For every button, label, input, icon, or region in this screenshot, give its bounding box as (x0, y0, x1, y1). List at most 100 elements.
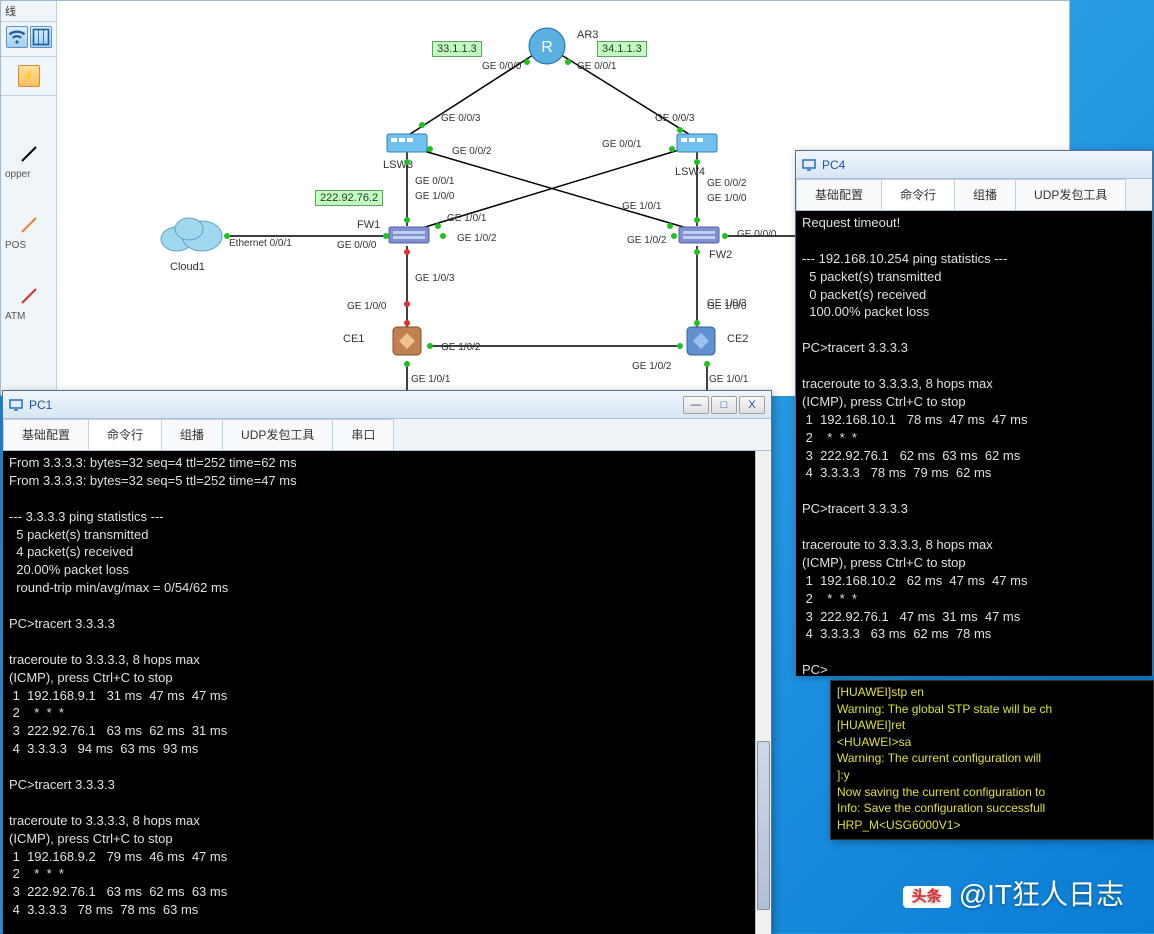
tab-serial[interactable]: 串口 (332, 419, 394, 450)
label-fw1: FW1 (357, 219, 380, 231)
label-fw2: FW2 (709, 249, 732, 261)
tool-lightning-icon[interactable]: ⚡ (18, 65, 40, 87)
tab-udp[interactable]: UDP发包工具 (222, 419, 333, 450)
port-ce1-u: GE 1/0/0 (347, 301, 386, 312)
port-lsw4-up: GE 0/0/3 (655, 113, 694, 124)
window-pc1: PC1 — □ X 基础配置 命令行 组播 UDP发包工具 串口 From 3.… (2, 390, 772, 933)
port-ce2-l: GE 1/0/2 (632, 361, 671, 372)
scrollbar[interactable] (755, 451, 771, 934)
terminal-output: [HUAWEI]stp en Warning: The global STP s… (837, 685, 1052, 832)
port-ar3-r: GE 0/0/1 (577, 61, 616, 72)
device-firewall-fw2[interactable] (677, 223, 721, 247)
tool-palette: 线 ⚡ opper POS ATM (1, 1, 57, 396)
minimize-button[interactable]: — (683, 396, 709, 414)
window-cli-fragment: [HUAWEI]stp en Warning: The global STP s… (830, 680, 1154, 840)
tool-wireless-icon[interactable] (6, 26, 28, 48)
status-dot (694, 249, 700, 255)
port-lsw3-up: GE 0/0/3 (441, 113, 480, 124)
terminal-cli3[interactable]: [HUAWEI]stp en Warning: The global STP s… (831, 681, 1153, 839)
tool-copper-label: opper (1, 168, 56, 181)
tab-cli[interactable]: 命令行 (881, 179, 955, 210)
close-button[interactable]: X (739, 396, 765, 414)
device-ce2[interactable] (683, 323, 719, 359)
tool-atm-label: ATM (1, 310, 56, 323)
status-dot (677, 343, 683, 349)
tool-line-orange[interactable] (19, 215, 39, 235)
ip-ar3-left: 33.1.1.3 (432, 41, 482, 57)
port-ar3-l: GE 0/0/0 (482, 61, 521, 72)
device-ce1[interactable] (389, 323, 425, 359)
port-fw1-u2: GE 1/0/2 (457, 233, 496, 244)
titlebar-pc4[interactable]: PC4 (796, 151, 1152, 179)
status-dot (404, 217, 410, 223)
status-dot (669, 146, 675, 152)
window-title: PC1 (29, 398, 52, 412)
port-lsw3-mid: GE 0/0/2 (452, 146, 491, 157)
terminal-pc4[interactable]: Request timeout! --- 192.168.10.254 ping… (796, 211, 1152, 676)
label-ar3: AR3 (577, 29, 598, 41)
tool-line-solid[interactable] (19, 144, 39, 164)
port-lsw4-d2: GE 1/0/0 (707, 193, 746, 204)
port-lsw3-d1: GE 0/0/1 (415, 176, 454, 187)
tab-basic-config[interactable]: 基础配置 (796, 179, 882, 210)
port-ce1-d: GE 1/0/1 (411, 374, 450, 385)
status-dot (404, 361, 410, 367)
scroll-thumb[interactable] (757, 741, 770, 910)
status-dot (404, 249, 410, 255)
tool-line-red[interactable] (19, 286, 39, 306)
tabs-pc4: 基础配置 命令行 组播 UDP发包工具 (796, 179, 1152, 211)
port-lsw4-d1: GE 0/0/2 (707, 178, 746, 189)
svg-text:R: R (541, 39, 553, 56)
tab-udp[interactable]: UDP发包工具 (1015, 179, 1126, 210)
window-title: PC4 (822, 158, 845, 172)
device-cloud[interactable] (157, 211, 227, 256)
status-dot (671, 233, 677, 239)
tab-cli[interactable]: 命令行 (88, 419, 162, 450)
tool-grid-icon[interactable] (30, 26, 52, 48)
tab-multicast[interactable]: 组播 (161, 419, 223, 450)
status-dot (427, 343, 433, 349)
device-switch-lsw3[interactable] (385, 126, 429, 156)
status-dot (694, 217, 700, 223)
status-dot (419, 122, 425, 128)
maximize-button[interactable]: □ (711, 396, 737, 414)
status-dot (677, 127, 683, 133)
port-fw2-u1: GE 1/0/1 (622, 201, 661, 212)
status-dot (524, 59, 530, 65)
port-lsw3-d2: GE 1/0/0 (415, 191, 454, 202)
port-fw1-d: GE 1/0/3 (415, 273, 454, 284)
device-router-ar3[interactable]: R (527, 26, 567, 66)
device-firewall-fw1[interactable] (387, 223, 431, 247)
status-dot (722, 233, 728, 239)
ip-ar3-right: 34.1.1.3 (597, 41, 647, 57)
port-eth: Ethernet 0/0/1 (229, 238, 292, 249)
tab-multicast[interactable]: 组播 (954, 179, 1016, 210)
status-dot (383, 233, 389, 239)
titlebar-pc1[interactable]: PC1 — □ X (3, 391, 771, 419)
label-lsw4: LSW4 (675, 166, 705, 178)
terminal-pc1[interactable]: From 3.3.3.3: bytes=32 seq=4 ttl=252 tim… (3, 451, 771, 934)
port-lsw4-mid: GE 0/0/1 (602, 139, 641, 150)
palette-title: 线 (1, 1, 56, 22)
port-fw2-eth: GE 0/0/0 (737, 229, 776, 240)
label-ce2: CE2 (727, 333, 748, 345)
port-ce1-r: GE 1/0/2 (441, 342, 480, 353)
tab-basic-config[interactable]: 基础配置 (3, 419, 89, 450)
status-dot (704, 361, 710, 367)
tabs-pc1: 基础配置 命令行 组播 UDP发包工具 串口 (3, 419, 771, 451)
status-dot (565, 59, 571, 65)
watermark-text: @IT狂人日志 (959, 879, 1124, 910)
label-cloud1: Cloud1 (170, 261, 205, 273)
watermark: 头条 @IT狂人日志 (903, 873, 1124, 913)
window-pc4: PC4 基础配置 命令行 组播 UDP发包工具 Request timeout!… (795, 150, 1153, 675)
port-fw1-eth: GE 0/0/0 (337, 240, 376, 251)
status-dot (694, 159, 700, 165)
port-ce2-d: GE 1/0/1 (709, 374, 748, 385)
label-ce1: CE1 (343, 333, 364, 345)
terminal-output: Request timeout! --- 192.168.10.254 ping… (802, 215, 1027, 676)
app-icon (802, 158, 816, 172)
port-fw2-u2: GE 1/0/2 (627, 235, 666, 246)
port-ce2-u: GE 1/0/0 (707, 301, 746, 312)
watermark-tag-icon: 头条 (903, 886, 951, 908)
status-dot (667, 223, 673, 229)
